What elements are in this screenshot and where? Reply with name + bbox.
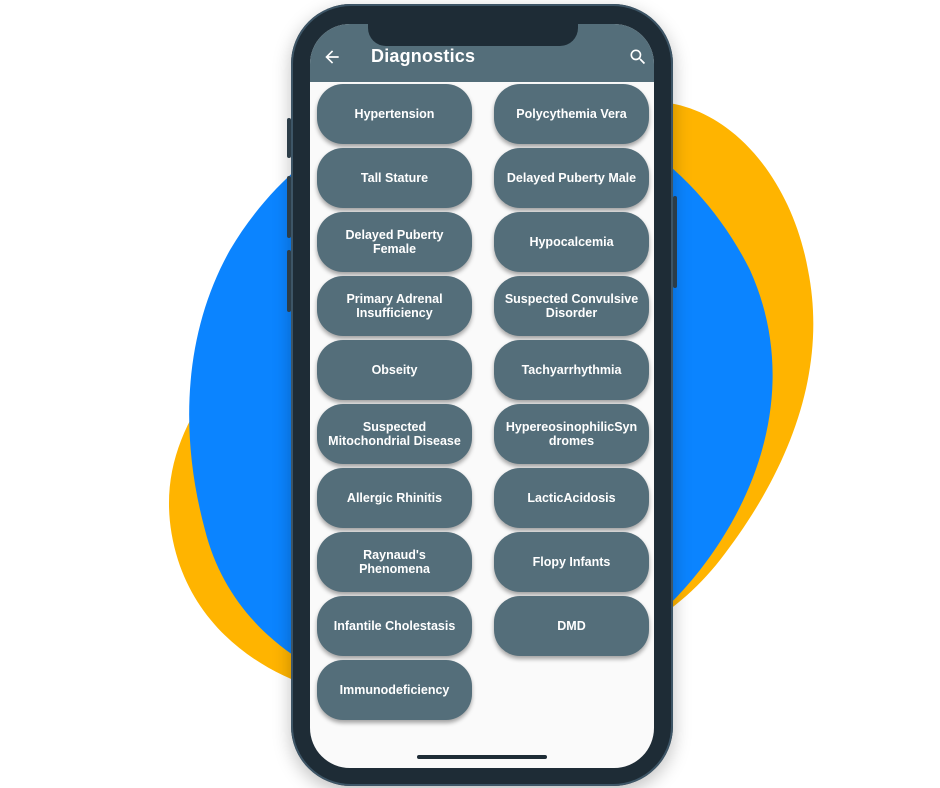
phone-side-button (673, 196, 677, 288)
diagnosis-button[interactable]: HypereosinophilicSyndromes (494, 404, 649, 464)
phone-side-button (287, 176, 291, 238)
diagnosis-button[interactable]: Raynaud's Phenomena (317, 532, 472, 592)
app-screen: Diagnostics Hypertension Polycythemia Ve… (310, 24, 654, 768)
phone-side-button (287, 118, 291, 158)
diagnosis-button[interactable]: Hypocalcemia (494, 212, 649, 272)
diagnosis-button[interactable]: Immunodeficiency (317, 660, 472, 720)
home-indicator[interactable] (417, 755, 547, 759)
diagnosis-button[interactable]: Primary Adrenal Insufficiency (317, 276, 472, 336)
diagnosis-button[interactable]: Allergic Rhinitis (317, 468, 472, 528)
diagnosis-button[interactable]: Delayed Puberty Female (317, 212, 472, 272)
diagnosis-button[interactable]: Suspected Convulsive Disorder (494, 276, 649, 336)
diagnosis-button[interactable]: Suspected Mitochondrial Disease (317, 404, 472, 464)
diagnosis-button[interactable]: Obseity (317, 340, 472, 400)
diagnosis-button[interactable]: Tachyarrhythmia (494, 340, 649, 400)
arrow-left-icon[interactable] (322, 47, 342, 67)
phone-notch (368, 24, 578, 46)
diagnosis-button[interactable]: LacticAcidosis (494, 468, 649, 528)
diagnoses-grid: Hypertension Polycythemia Vera Tall Stat… (317, 84, 649, 720)
page-title: Diagnostics (371, 46, 476, 66)
diagnosis-button[interactable]: Delayed Puberty Male (494, 148, 649, 208)
diagnosis-button[interactable]: DMD (494, 596, 649, 656)
diagnosis-button[interactable]: Polycythemia Vera (494, 84, 649, 144)
diagnosis-button[interactable]: Flopy Infants (494, 532, 649, 592)
app-bar: Diagnostics (310, 24, 654, 82)
phone-side-button (287, 250, 291, 312)
diagnosis-button[interactable]: Hypertension (317, 84, 472, 144)
diagnosis-button[interactable]: Infantile Cholestasis (317, 596, 472, 656)
diagnosis-button[interactable]: Tall Stature (317, 148, 472, 208)
search-icon[interactable] (628, 47, 648, 67)
